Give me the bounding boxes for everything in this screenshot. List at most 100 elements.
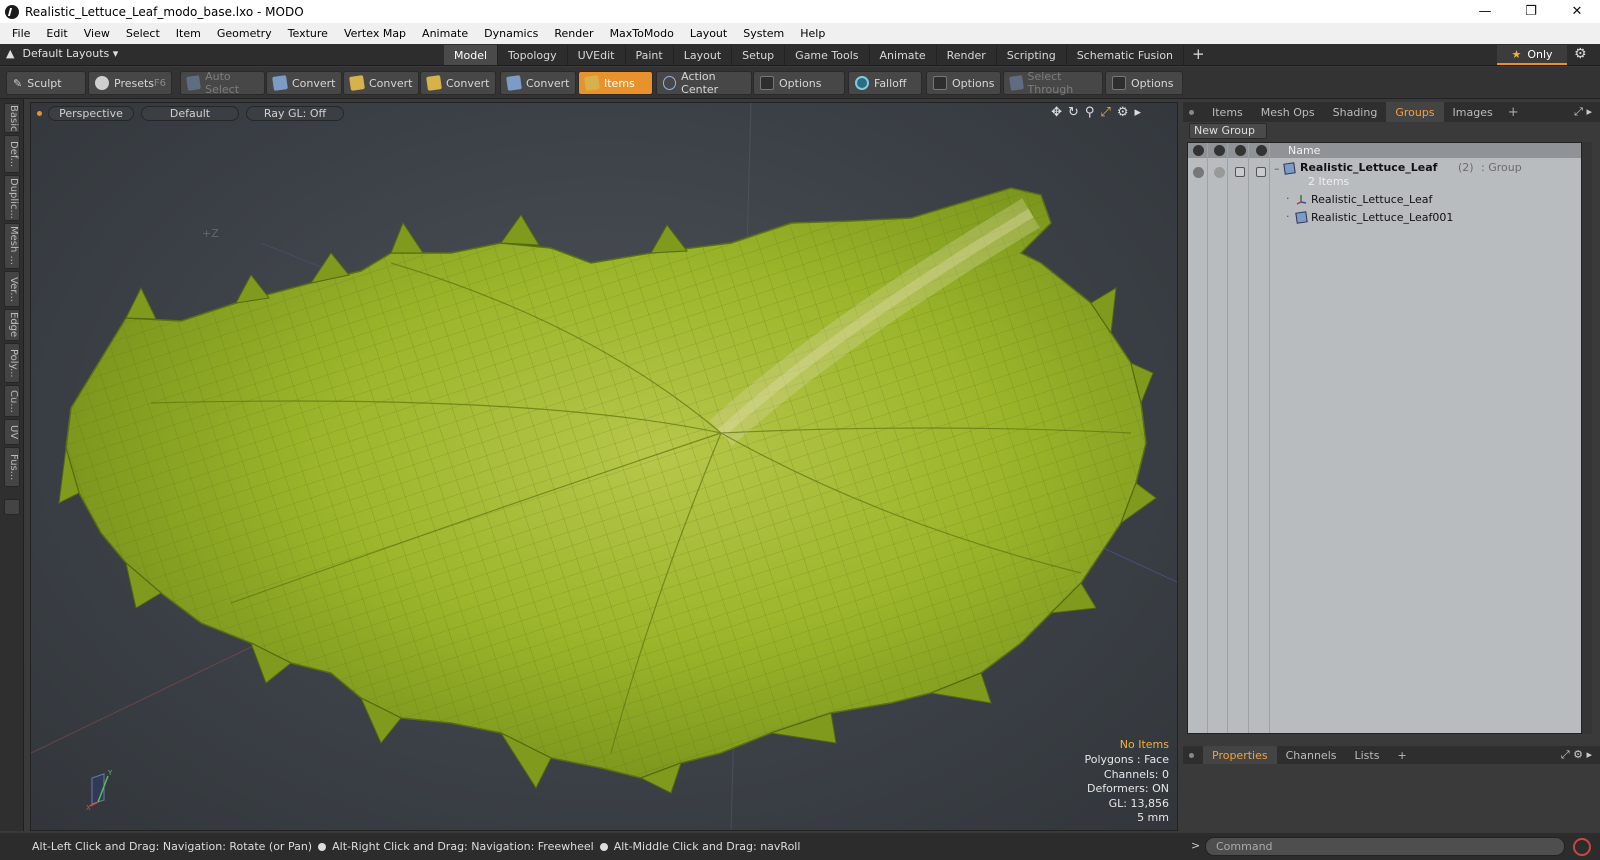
left-strip-toggle[interactable] xyxy=(4,499,20,515)
group-child-row[interactable]: · Realistic_Lettuce_Leaf xyxy=(1188,191,1581,209)
convert-label-1: Convert xyxy=(292,76,336,90)
minimize-icon[interactable]: — xyxy=(1462,0,1508,23)
panel-menu-dot[interactable] xyxy=(1189,752,1194,758)
add-tab-icon[interactable]: + xyxy=(1184,45,1213,65)
tab-model[interactable]: Model xyxy=(444,45,499,65)
left-tab-deform[interactable]: Def... xyxy=(4,135,20,173)
menu-render[interactable]: Render xyxy=(546,27,601,40)
convert-button-1[interactable]: Convert xyxy=(266,71,342,95)
select-checkbox[interactable] xyxy=(1256,167,1266,177)
menu-system[interactable]: System xyxy=(735,27,792,40)
left-tab-fusion[interactable]: Fus... xyxy=(4,447,20,487)
fit-view-icon[interactable]: ⤢ xyxy=(1100,105,1110,120)
options-icon xyxy=(760,76,774,90)
groups-scrollbar[interactable] xyxy=(1582,142,1592,734)
lock-checkbox[interactable] xyxy=(1235,167,1245,177)
add-panel-tab-icon[interactable]: + xyxy=(1502,105,1525,120)
view-type-dropdown[interactable]: Perspective xyxy=(48,105,134,121)
tab-uvedit[interactable]: UVEdit xyxy=(568,45,626,65)
tab-channels[interactable]: Channels xyxy=(1277,746,1346,764)
left-tab-edge[interactable]: Edge xyxy=(4,309,20,341)
tab-schematic-fusion[interactable]: Schematic Fusion xyxy=(1067,45,1185,65)
tab-mesh-ops[interactable]: Mesh Ops xyxy=(1252,102,1324,122)
convert-button-4[interactable]: Convert xyxy=(500,71,576,95)
falloff-options[interactable]: Options xyxy=(926,71,1001,95)
command-history-icon[interactable]: > xyxy=(1191,839,1200,852)
layouts-dropdown[interactable]: ▲ Default Layouts ▾ xyxy=(6,47,118,60)
sculpt-button[interactable]: ✎ Sculpt xyxy=(6,71,86,95)
3d-viewport[interactable]: Perspective Default Ray GL: Off ✥ ↻ ⚲ ⤢ … xyxy=(30,102,1178,831)
group-icon xyxy=(1283,162,1296,175)
tab-images[interactable]: Images xyxy=(1444,102,1502,122)
panel-menu-dot[interactable] xyxy=(1189,109,1194,115)
expand-panel-icon[interactable]: ⤢ ▸ xyxy=(1574,105,1592,119)
left-tab-duplicate[interactable]: Duplic... xyxy=(4,175,20,221)
tab-topology[interactable]: Topology xyxy=(498,45,568,65)
left-tab-curve[interactable]: Cu... xyxy=(4,385,20,417)
tab-groups[interactable]: Groups xyxy=(1386,102,1444,122)
menu-layout[interactable]: Layout xyxy=(682,27,735,40)
only-label: Only xyxy=(1527,47,1553,61)
new-group-button[interactable]: New Group xyxy=(1189,123,1267,139)
tab-animate[interactable]: Animate xyxy=(870,45,937,65)
menu-file[interactable]: File xyxy=(4,27,38,40)
menu-edit[interactable]: Edit xyxy=(38,27,75,40)
viewport-more-icon[interactable]: ▸ xyxy=(1134,105,1141,120)
tab-properties[interactable]: Properties xyxy=(1203,746,1277,764)
auto-select-button[interactable]: Auto Select xyxy=(180,70,265,96)
tab-lists[interactable]: Lists xyxy=(1346,746,1389,764)
presets-button[interactable]: Presets F6 xyxy=(88,71,172,95)
menu-texture[interactable]: Texture xyxy=(280,27,336,40)
rotate-view-icon[interactable]: ↻ xyxy=(1068,105,1079,120)
menu-animate[interactable]: Animate xyxy=(414,27,476,40)
left-tab-vertex[interactable]: Ver... xyxy=(4,271,20,307)
close-icon[interactable]: ✕ xyxy=(1554,0,1600,23)
expand-toggle-icon[interactable]: – xyxy=(1274,162,1280,175)
group-row[interactable]: – Realistic_Lettuce_Leaf (2) : Group 2 I… xyxy=(1188,160,1581,190)
falloff-button[interactable]: Falloff xyxy=(848,71,922,95)
add-panel-tab-icon[interactable]: + xyxy=(1388,746,1415,764)
menu-geometry[interactable]: Geometry xyxy=(209,27,280,40)
left-tab-uv[interactable]: UV xyxy=(4,419,20,445)
items-mode-button[interactable]: Items xyxy=(578,71,653,95)
restore-icon[interactable]: ❐ xyxy=(1508,0,1554,23)
command-input[interactable]: Command xyxy=(1205,837,1565,856)
only-toggle[interactable]: ★ Only xyxy=(1497,45,1567,65)
action-center-button[interactable]: Action Center xyxy=(656,70,752,96)
shading-dropdown[interactable]: Default xyxy=(141,105,239,121)
tab-setup[interactable]: Setup xyxy=(732,45,786,65)
zoom-view-icon[interactable]: ⚲ xyxy=(1085,105,1095,120)
select-through-options[interactable]: Options xyxy=(1105,71,1183,95)
menu-maxtomodo[interactable]: MaxToModo xyxy=(602,27,682,40)
record-macro-icon[interactable] xyxy=(1573,838,1591,856)
raygl-toggle[interactable]: Ray GL: Off xyxy=(246,105,344,121)
menu-dynamics[interactable]: Dynamics xyxy=(476,27,546,40)
move-view-icon[interactable]: ✥ xyxy=(1051,105,1062,120)
panel-settings-icon[interactable]: ⤢ ⚙ ▸ xyxy=(1561,748,1592,762)
tab-layout[interactable]: Layout xyxy=(674,45,733,65)
select-through-button[interactable]: Select Through xyxy=(1003,70,1103,96)
action-center-options[interactable]: Options xyxy=(753,71,845,95)
tab-paint[interactable]: Paint xyxy=(626,45,674,65)
tab-game-tools[interactable]: Game Tools xyxy=(785,45,870,65)
menu-item[interactable]: Item xyxy=(168,27,209,40)
eye-icon[interactable] xyxy=(1193,167,1204,178)
left-tab-basic[interactable]: Basic xyxy=(4,103,20,133)
convert-button-2[interactable]: Convert xyxy=(343,71,419,95)
tab-shading[interactable]: Shading xyxy=(1324,102,1387,122)
gear-icon[interactable]: ⚙ xyxy=(1574,46,1587,62)
menu-select[interactable]: Select xyxy=(118,27,168,40)
viewport-menu-dot[interactable] xyxy=(37,110,42,116)
render-icon[interactable] xyxy=(1214,167,1225,178)
menu-view[interactable]: View xyxy=(76,27,118,40)
tab-render[interactable]: Render xyxy=(937,45,997,65)
menu-help[interactable]: Help xyxy=(792,27,833,40)
menu-vertex-map[interactable]: Vertex Map xyxy=(336,27,414,40)
left-tab-mesh[interactable]: Mesh ... xyxy=(4,223,20,269)
tab-scripting[interactable]: Scripting xyxy=(997,45,1067,65)
convert-button-3[interactable]: Convert xyxy=(420,71,496,95)
tab-items[interactable]: Items xyxy=(1203,102,1252,122)
viewport-settings-icon[interactable]: ⚙ xyxy=(1117,105,1129,120)
group-child-row[interactable]: · Realistic_Lettuce_Leaf001 xyxy=(1188,209,1581,227)
left-tab-polygon[interactable]: Poly... xyxy=(4,343,20,383)
